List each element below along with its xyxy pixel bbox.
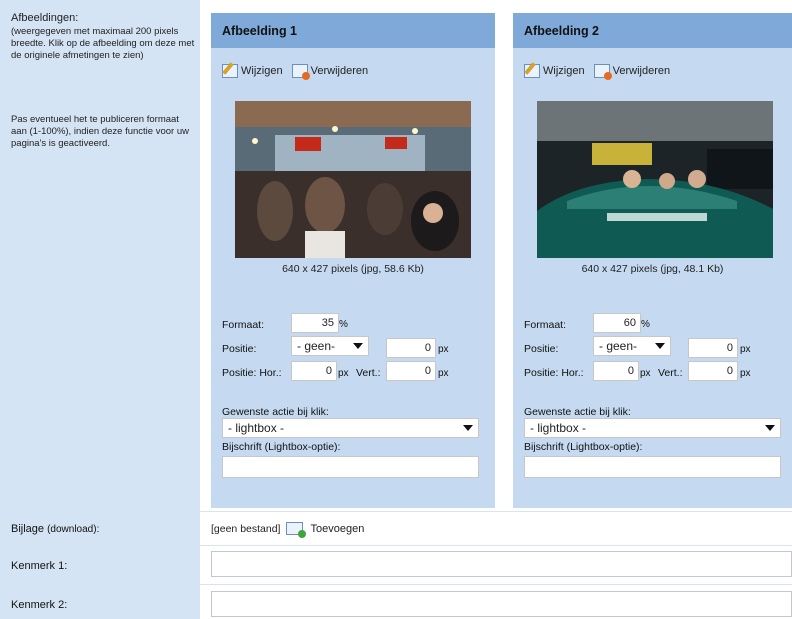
position-select[interactable]: - geen- (593, 336, 671, 356)
click-action-select[interactable]: - lightbox - (222, 418, 479, 438)
image-panel-1-header: Afbeelding 1 (211, 13, 495, 48)
kenmerk-2-label: Kenmerk 2: (11, 599, 68, 611)
position-label: Positie: (524, 343, 559, 355)
format-label: Formaat: (524, 319, 567, 331)
position-label: Positie: (222, 343, 257, 355)
percent-unit: % (641, 319, 650, 330)
click-action-label: Gewenste actie bij klik: (524, 406, 631, 418)
edit-icon (222, 64, 238, 78)
format-help-text: Pas eventueel het te publiceren formaat … (11, 114, 189, 149)
format-input[interactable]: 35 (291, 313, 339, 333)
position-hor-label: Positie: Hor.: (222, 367, 282, 379)
image-1-info: 640 x 427 pixels (jpg, 58.6 Kb) (282, 263, 424, 275)
position-hor-input[interactable]: 0 (291, 361, 337, 381)
image-panel-1: Afbeelding 1 Wijzigen Verwijderen 640 x … (211, 13, 495, 508)
image-panel-2-header: Afbeelding 2 (513, 13, 792, 48)
format-input[interactable]: 60 (593, 313, 641, 333)
percent-unit: % (339, 319, 348, 330)
px-unit: px (438, 368, 449, 379)
px-unit: px (740, 344, 751, 355)
delete-icon (593, 64, 612, 80)
chevron-down-icon (765, 425, 775, 431)
images-label: Afbeeldingen: (11, 12, 79, 24)
px-unit: px (640, 368, 651, 379)
add-file-icon (286, 522, 307, 538)
image-1-actions: Wijzigen Verwijderen (222, 64, 374, 81)
position-input[interactable]: 0 (688, 338, 738, 358)
chevron-down-icon (655, 343, 665, 349)
images-help-text: (weergegeven met maximaal 200 pixels bre… (11, 26, 195, 61)
attachment-row: [geen bestand] Toevoegen (211, 522, 370, 538)
image-2-thumbnail[interactable] (537, 101, 773, 258)
click-action-select[interactable]: - lightbox - (524, 418, 781, 438)
delete-image-1-button[interactable]: Verwijderen (291, 64, 368, 80)
position-input[interactable]: 0 (386, 338, 436, 358)
vert-label: Vert.: (658, 367, 683, 379)
chevron-down-icon (463, 425, 473, 431)
edit-image-1-button[interactable]: Wijzigen (222, 64, 283, 78)
divider (200, 545, 792, 546)
format-label: Formaat: (222, 319, 265, 331)
caption-label: Bijschrift (Lightbox-optie): (222, 441, 341, 453)
position-hor-input[interactable]: 0 (593, 361, 639, 381)
edit-image-2-button[interactable]: Wijzigen (524, 64, 585, 78)
caption-label: Bijschrift (Lightbox-optie): (524, 441, 643, 453)
click-action-label: Gewenste actie bij klik: (222, 406, 329, 418)
image-panel-2: Afbeelding 2 Wijzigen Verwijderen 640 x … (513, 13, 792, 508)
px-unit: px (338, 368, 349, 379)
kenmerk-1-input[interactable] (211, 551, 792, 577)
delete-image-2-button[interactable]: Verwijderen (593, 64, 670, 80)
caption-input[interactable] (524, 456, 781, 478)
delete-icon (291, 64, 310, 80)
position-vert-input[interactable]: 0 (688, 361, 738, 381)
attachment-label: Bijlage (download): (11, 523, 100, 535)
image-1-thumbnail[interactable] (235, 101, 471, 258)
kenmerk-2-input[interactable] (211, 591, 792, 617)
px-unit: px (740, 368, 751, 379)
help-column: Afbeeldingen: (weergegeven met maximaal … (0, 0, 200, 619)
divider (200, 511, 792, 512)
divider (200, 584, 792, 585)
image-2-actions: Wijzigen Verwijderen (524, 64, 676, 81)
position-hor-label: Positie: Hor.: (524, 367, 584, 379)
px-unit: px (438, 344, 449, 355)
vert-label: Vert.: (356, 367, 381, 379)
image-2-info: 640 x 427 pixels (jpg, 48.1 Kb) (581, 263, 724, 275)
chevron-down-icon (353, 343, 363, 349)
attachment-status: [geen bestand] (211, 522, 281, 535)
caption-input[interactable] (222, 456, 479, 478)
edit-icon (524, 64, 540, 78)
kenmerk-1-label: Kenmerk 1: (11, 560, 68, 572)
add-attachment-button[interactable]: Toevoegen (286, 522, 364, 538)
position-vert-input[interactable]: 0 (386, 361, 436, 381)
position-select[interactable]: - geen- (291, 336, 369, 356)
